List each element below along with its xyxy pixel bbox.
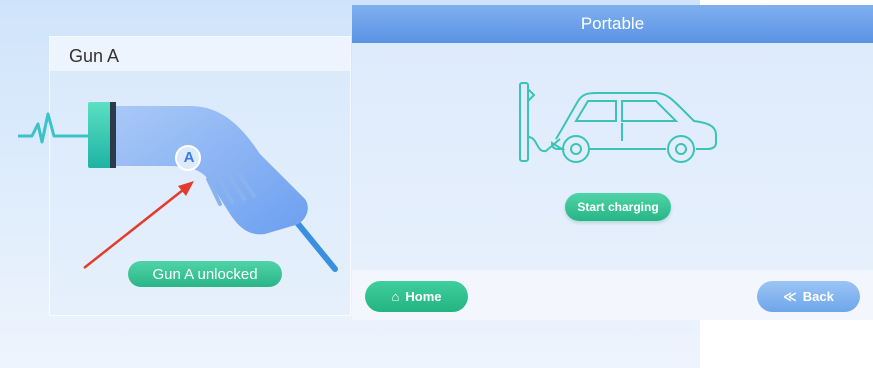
panel-footer: ⌂ Home ≪ Back [352, 270, 873, 320]
start-charging-label: Start charging [577, 200, 659, 214]
red-arrow-icon [83, 181, 194, 269]
panel-titlebar: Portable [352, 5, 873, 43]
start-charging-button[interactable]: Start charging [565, 193, 671, 221]
pulse-line-icon [18, 112, 88, 144]
portable-panel: Portable Start charging ⌂ Home ≪ Back [352, 5, 873, 320]
gun-a-card-header: Gun A [50, 37, 350, 71]
gun-status-badge: Gun A unlocked [128, 261, 282, 287]
home-label: Home [405, 289, 442, 304]
ev-car-charging-icon [519, 82, 717, 163]
home-icon: ⌂ [391, 289, 400, 304]
gun-status-label: Gun A unlocked [152, 265, 258, 283]
gun-a-badge: A [183, 149, 195, 166]
panel-title: Portable [580, 14, 645, 33]
gun-a-title: Gun A [69, 46, 120, 66]
double-chevron-left-icon: ≪ [783, 289, 797, 304]
back-button[interactable]: ≪ Back [757, 281, 860, 312]
home-button[interactable]: ⌂ Home [365, 281, 468, 312]
back-label: Back [802, 289, 834, 304]
